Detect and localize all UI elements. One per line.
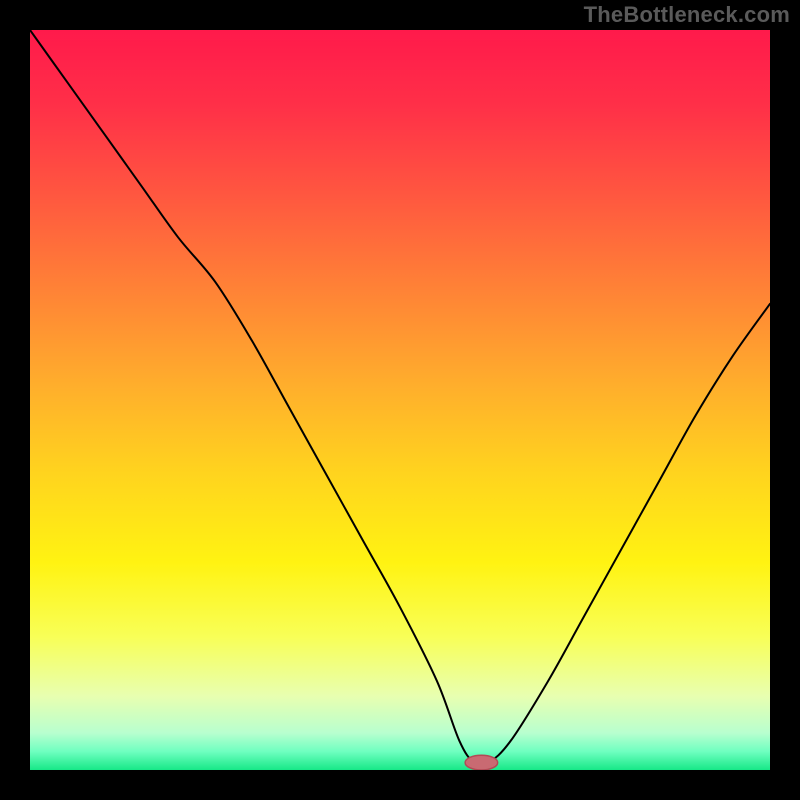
chart-frame: { "watermark": { "text": "TheBottleneck.… (0, 0, 800, 800)
optimum-marker (465, 755, 498, 770)
plot-background (30, 30, 770, 770)
bottleneck-chart (30, 30, 770, 770)
watermark-text: TheBottleneck.com (584, 2, 790, 28)
